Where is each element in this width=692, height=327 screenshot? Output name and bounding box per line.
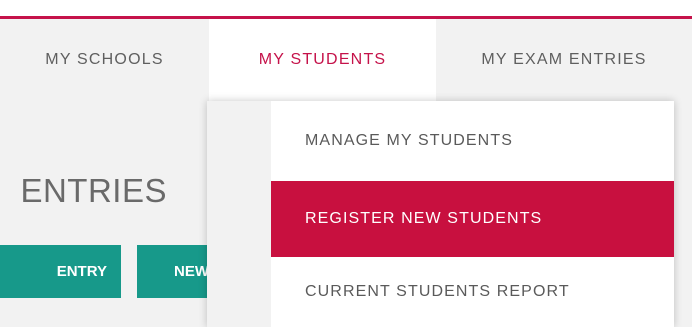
menu-item-current-students-report[interactable]: CURRENT STUDENTS REPORT [271, 257, 674, 327]
page-title-text: ENTRIES [20, 172, 167, 209]
menu-item-manage-my-students[interactable]: MANAGE MY STUDENTS [271, 101, 674, 181]
nav-item-my-exam-entries[interactable]: MY EXAM ENTRIES [436, 19, 692, 101]
new-button[interactable]: NEW [137, 245, 217, 298]
dropdown-list: MANAGE MY STUDENTS REGISTER NEW STUDENTS… [271, 101, 674, 327]
nav-item-my-schools[interactable]: MY SCHOOLS [0, 19, 209, 101]
entry-button[interactable]: ENTRY [0, 245, 121, 298]
entry-button-label: ENTRY [56, 263, 107, 280]
page-title: ENTRIES [0, 171, 240, 211]
nav-item-my-students[interactable]: MY STUDENTS [209, 19, 436, 101]
menu-item-register-new-students[interactable]: REGISTER NEW STUDENTS [271, 181, 674, 257]
new-button-label: NEW [174, 263, 209, 280]
students-dropdown-menu: MANAGE MY STUDENTS REGISTER NEW STUDENTS… [207, 101, 674, 327]
